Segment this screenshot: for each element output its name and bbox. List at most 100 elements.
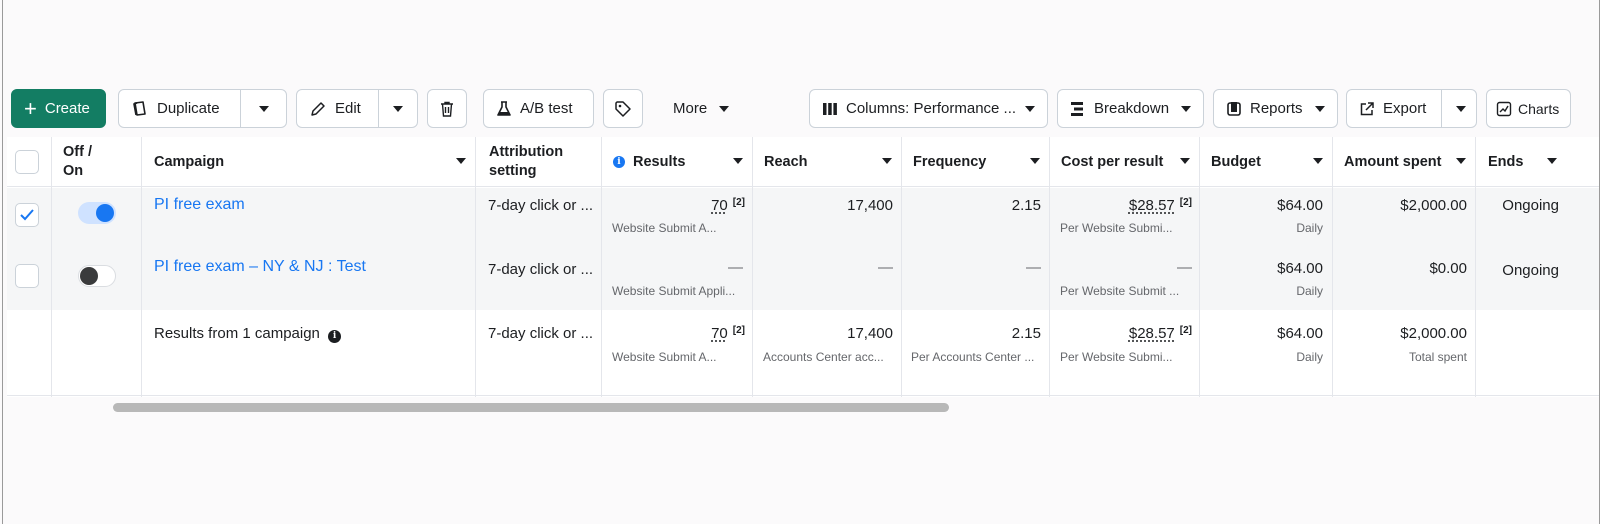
results-value[interactable]: 70 [2] (607, 197, 745, 214)
duplicate-icon (131, 100, 149, 118)
sort-icon[interactable] (733, 158, 743, 164)
sort-icon[interactable] (1180, 158, 1190, 164)
select-all-checkbox[interactable] (15, 150, 39, 174)
header-budget[interactable]: Budget (1211, 137, 1333, 187)
reach-sub: Accounts Center acc... (763, 350, 884, 364)
cost-sub: Per Website Submi... (1060, 350, 1173, 364)
charts-button[interactable]: Charts (1486, 89, 1571, 128)
header-reach[interactable]: Reach (764, 137, 902, 187)
check-icon (20, 209, 34, 221)
budget-value[interactable]: $64.00 (1204, 197, 1323, 214)
header-attribution[interactable]: Attribution setting (489, 137, 599, 187)
budget-value[interactable]: $64.00 (1204, 260, 1323, 277)
amount-spent-value: $2,000.00 (1400, 325, 1467, 342)
summary-label: Results from 1 campaign i (154, 325, 342, 343)
attribution-value: 7-day click or ... (488, 261, 594, 278)
reach-value: 17,400 (847, 325, 893, 342)
sort-icon[interactable] (1313, 158, 1323, 164)
edit-dropdown-icon[interactable] (393, 106, 403, 112)
attribution-value: 7-day click or ... (488, 197, 594, 214)
sort-icon[interactable] (1547, 158, 1557, 164)
export-button[interactable]: Export (1383, 100, 1426, 117)
delete-button[interactable] (427, 89, 467, 128)
chevron-down-icon (719, 105, 730, 112)
duplicate-button-group: Duplicate (118, 89, 287, 128)
chevron-down-icon (1181, 106, 1191, 112)
reports-button[interactable]: Reports (1213, 89, 1338, 128)
toolbar: + Create Duplicate Edit A/B test More Co… (11, 89, 1599, 129)
results-value: — (728, 259, 743, 276)
plus-icon: + (24, 95, 37, 121)
horizontal-scrollbar[interactable] (113, 403, 949, 412)
breakdown-button[interactable]: Breakdown (1057, 89, 1204, 128)
more-button[interactable]: More (665, 89, 745, 128)
cost-per-result-value[interactable]: $28.57 [2] (1055, 325, 1192, 342)
info-icon[interactable]: i (328, 330, 342, 343)
trash-icon (438, 100, 456, 118)
export-icon (1359, 101, 1375, 117)
budget-sub: Daily (1296, 350, 1323, 364)
sort-icon[interactable] (882, 158, 892, 164)
sort-icon[interactable] (1030, 158, 1040, 164)
columns-button[interactable]: Columns: Performance ... (809, 89, 1048, 128)
export-button-group: Export (1346, 89, 1477, 128)
sort-icon[interactable] (1456, 158, 1466, 164)
ends-value: Ongoing (1502, 197, 1559, 214)
reports-icon (1226, 101, 1242, 117)
edit-button-group: Edit (296, 89, 418, 128)
reach-value: 17,400 (847, 197, 893, 214)
pencil-icon (309, 100, 327, 118)
cost-per-result-value: — (1177, 259, 1192, 276)
header-results[interactable]: i Results (613, 137, 753, 187)
header-cost-per-result[interactable]: Cost per result (1061, 137, 1200, 187)
create-button[interactable]: + Create (11, 89, 106, 128)
amount-spent-value: $2,000.00 (1400, 197, 1467, 214)
sort-icon[interactable] (456, 158, 466, 164)
campaign-name-link[interactable]: PI free exam – NY & NJ : Test (154, 258, 366, 276)
results-value[interactable]: 70 [2] (607, 325, 745, 342)
chevron-down-icon (1025, 106, 1035, 112)
amount-spent-value: $0.00 (1429, 260, 1467, 277)
ab-test-button[interactable]: A/B test (483, 89, 594, 128)
duplicate-button[interactable]: Duplicate (157, 100, 220, 117)
export-dropdown-icon[interactable] (1456, 106, 1466, 112)
frequency-value: 2.15 (1011, 197, 1041, 214)
ends-value: Ongoing (1502, 262, 1559, 279)
budget-value: $64.00 (1277, 325, 1323, 342)
results-sub: Website Submit Appli... (612, 284, 736, 298)
frequency-value: 2.15 (1011, 325, 1041, 342)
attribution-value: 7-day click or ... (488, 325, 594, 342)
campaign-toggle[interactable] (78, 265, 116, 287)
row-checkbox[interactable] (15, 203, 39, 227)
app-frame: + Create Duplicate Edit A/B test More Co… (2, 0, 1600, 524)
budget-sub: Daily (1296, 284, 1323, 298)
columns-icon (822, 101, 838, 117)
duplicate-dropdown-icon[interactable] (259, 106, 269, 112)
tag-button[interactable] (603, 89, 643, 128)
header-off-on[interactable]: Off / On (63, 137, 123, 187)
header-campaign[interactable]: Campaign (154, 137, 476, 187)
frequency-value: — (1026, 259, 1041, 276)
header-amount-spent[interactable]: Amount spent (1344, 137, 1476, 187)
flask-icon (496, 100, 512, 118)
header-ends[interactable]: Ends (1488, 137, 1567, 187)
chevron-down-icon (1315, 106, 1325, 112)
info-icon[interactable]: i (613, 156, 625, 168)
cost-sub: Per Website Submi... (1060, 221, 1173, 235)
budget-sub: Daily (1296, 221, 1323, 235)
results-sub: Website Submit A... (612, 350, 717, 364)
header-frequency[interactable]: Frequency (913, 137, 1050, 187)
breakdown-icon (1070, 101, 1084, 117)
results-sub: Website Submit A... (612, 221, 717, 235)
campaign-toggle[interactable] (78, 202, 116, 224)
edit-button[interactable]: Edit (335, 100, 361, 117)
cost-per-result-value[interactable]: $28.57 [2] (1055, 197, 1192, 214)
amount-spent-sub: Total spent (1408, 350, 1467, 364)
row-checkbox[interactable] (15, 264, 39, 288)
chart-icon (1496, 101, 1512, 117)
campaign-name-link[interactable]: PI free exam (154, 196, 245, 214)
tag-icon (614, 100, 632, 118)
cost-sub: Per Website Submit ... (1060, 284, 1180, 298)
reach-value: — (878, 259, 893, 276)
campaign-table: Off / On Campaign Attribution setting i … (7, 137, 1599, 397)
